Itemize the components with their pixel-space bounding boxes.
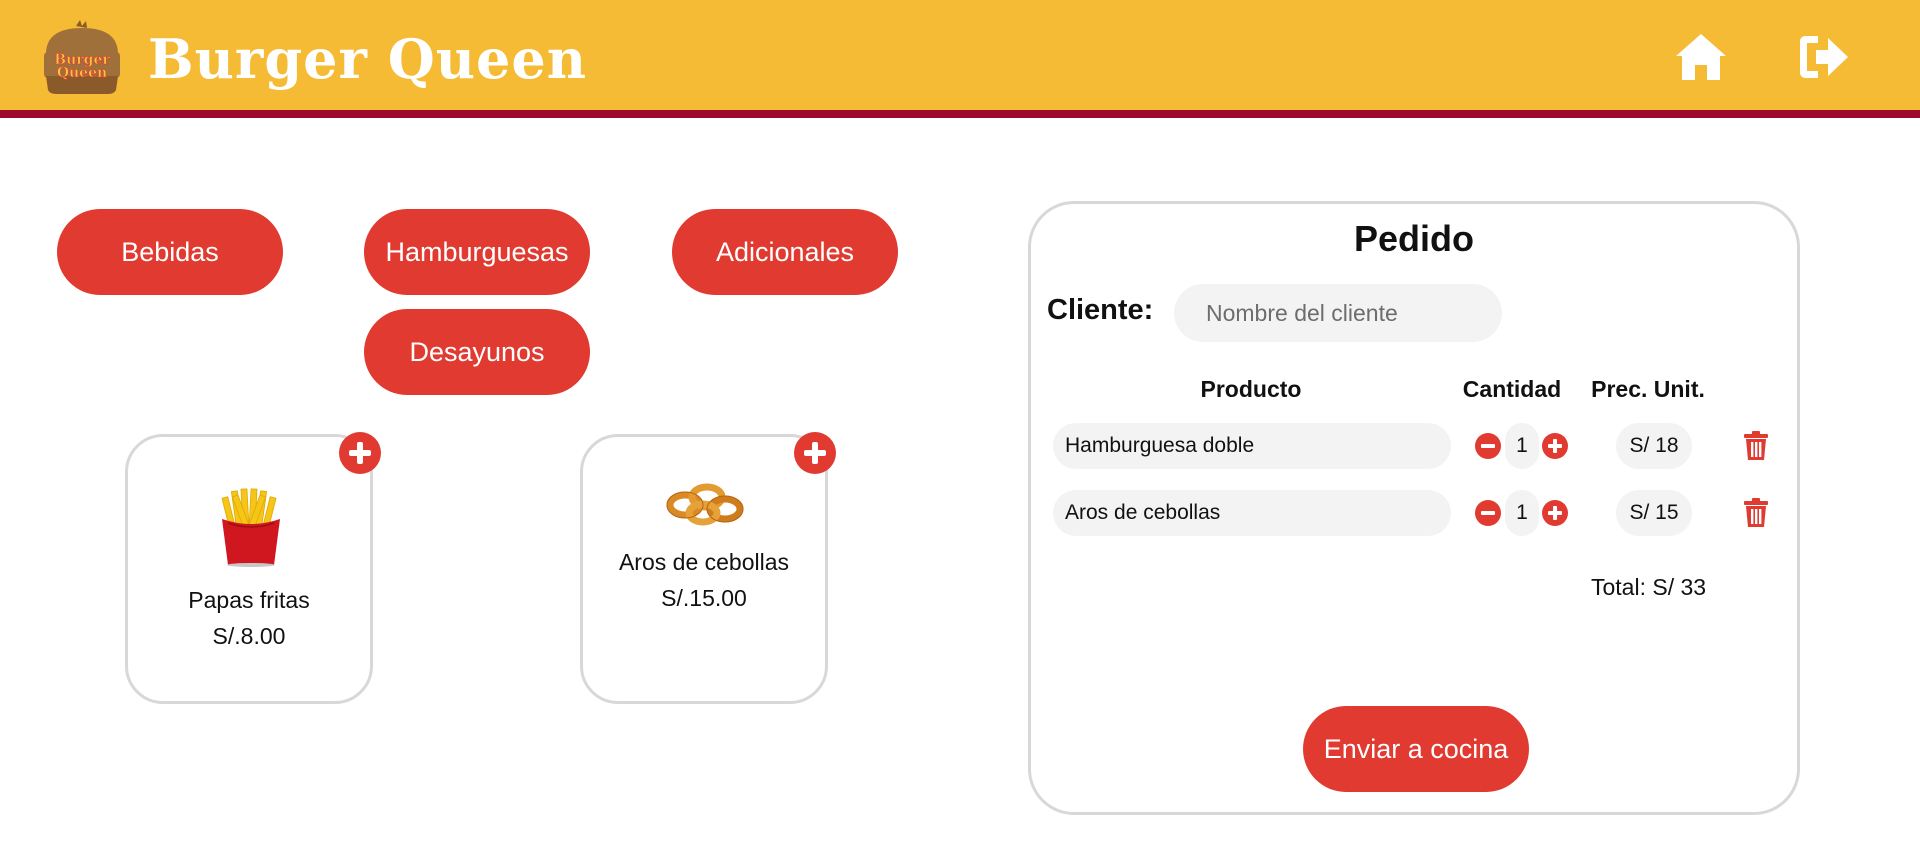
send-to-kitchen-button[interactable]: Enviar a cocina [1303, 706, 1529, 792]
increase-quantity-button[interactable] [1542, 433, 1568, 459]
product-name: Aros de cebollas [618, 549, 790, 575]
order-item-price: S/ 15 [1616, 490, 1692, 536]
column-header-producto: Producto [1200, 376, 1302, 402]
home-icon[interactable] [1674, 30, 1728, 84]
client-label: Cliente: [1047, 294, 1154, 326]
onion-rings-image [666, 483, 744, 526]
client-name-input[interactable] [1174, 284, 1502, 342]
order-item-name: Hamburguesa doble [1053, 423, 1451, 469]
category-button-bebidas[interactable]: Bebidas [57, 209, 283, 295]
decrease-quantity-button[interactable] [1475, 433, 1501, 459]
brand-title: Burger Queen [148, 27, 587, 91]
category-button-hamburguesas[interactable]: Hamburguesas [364, 209, 590, 295]
column-header-precio: Prec. Unit. [1591, 376, 1705, 402]
product-price: S/.15.00 [661, 585, 747, 611]
category-button-desayunos[interactable]: Desayunos [364, 309, 590, 395]
order-item-quantity: 1 [1505, 490, 1539, 536]
add-product-button[interactable] [339, 432, 381, 474]
app-header: Burger Queen Burger Queen [0, 0, 1920, 118]
delete-item-icon[interactable] [1743, 431, 1769, 461]
burger-logo-icon: Burger Queen [44, 20, 120, 94]
product-price: S/.8.00 [212, 623, 286, 649]
order-item-name: Aros de cebollas [1053, 490, 1451, 536]
category-button-adicionales[interactable]: Adicionales [672, 209, 898, 295]
increase-quantity-button[interactable] [1542, 500, 1568, 526]
order-item-quantity: 1 [1505, 423, 1539, 469]
order-title: Pedido [1353, 218, 1474, 259]
product-card-papas-fritas[interactable]: Papas fritas S/.8.00 [125, 434, 373, 704]
fries-image [221, 488, 280, 567]
logout-icon[interactable] [1796, 30, 1850, 84]
product-name: Papas fritas [188, 587, 310, 613]
delete-item-icon[interactable] [1743, 498, 1769, 528]
order-item-price: S/ 18 [1616, 423, 1692, 469]
order-total: Total: S/ 33 [1591, 574, 1707, 600]
decrease-quantity-button[interactable] [1475, 500, 1501, 526]
product-card-aros-de-cebollas[interactable]: Aros de cebollas S/.15.00 [580, 434, 828, 704]
column-header-cantidad: Cantidad [1462, 376, 1562, 402]
add-product-button[interactable] [794, 432, 836, 474]
order-panel: Pedido Cliente: Producto Cantidad Prec. … [1028, 201, 1800, 815]
svg-text:Queen: Queen [57, 65, 107, 81]
